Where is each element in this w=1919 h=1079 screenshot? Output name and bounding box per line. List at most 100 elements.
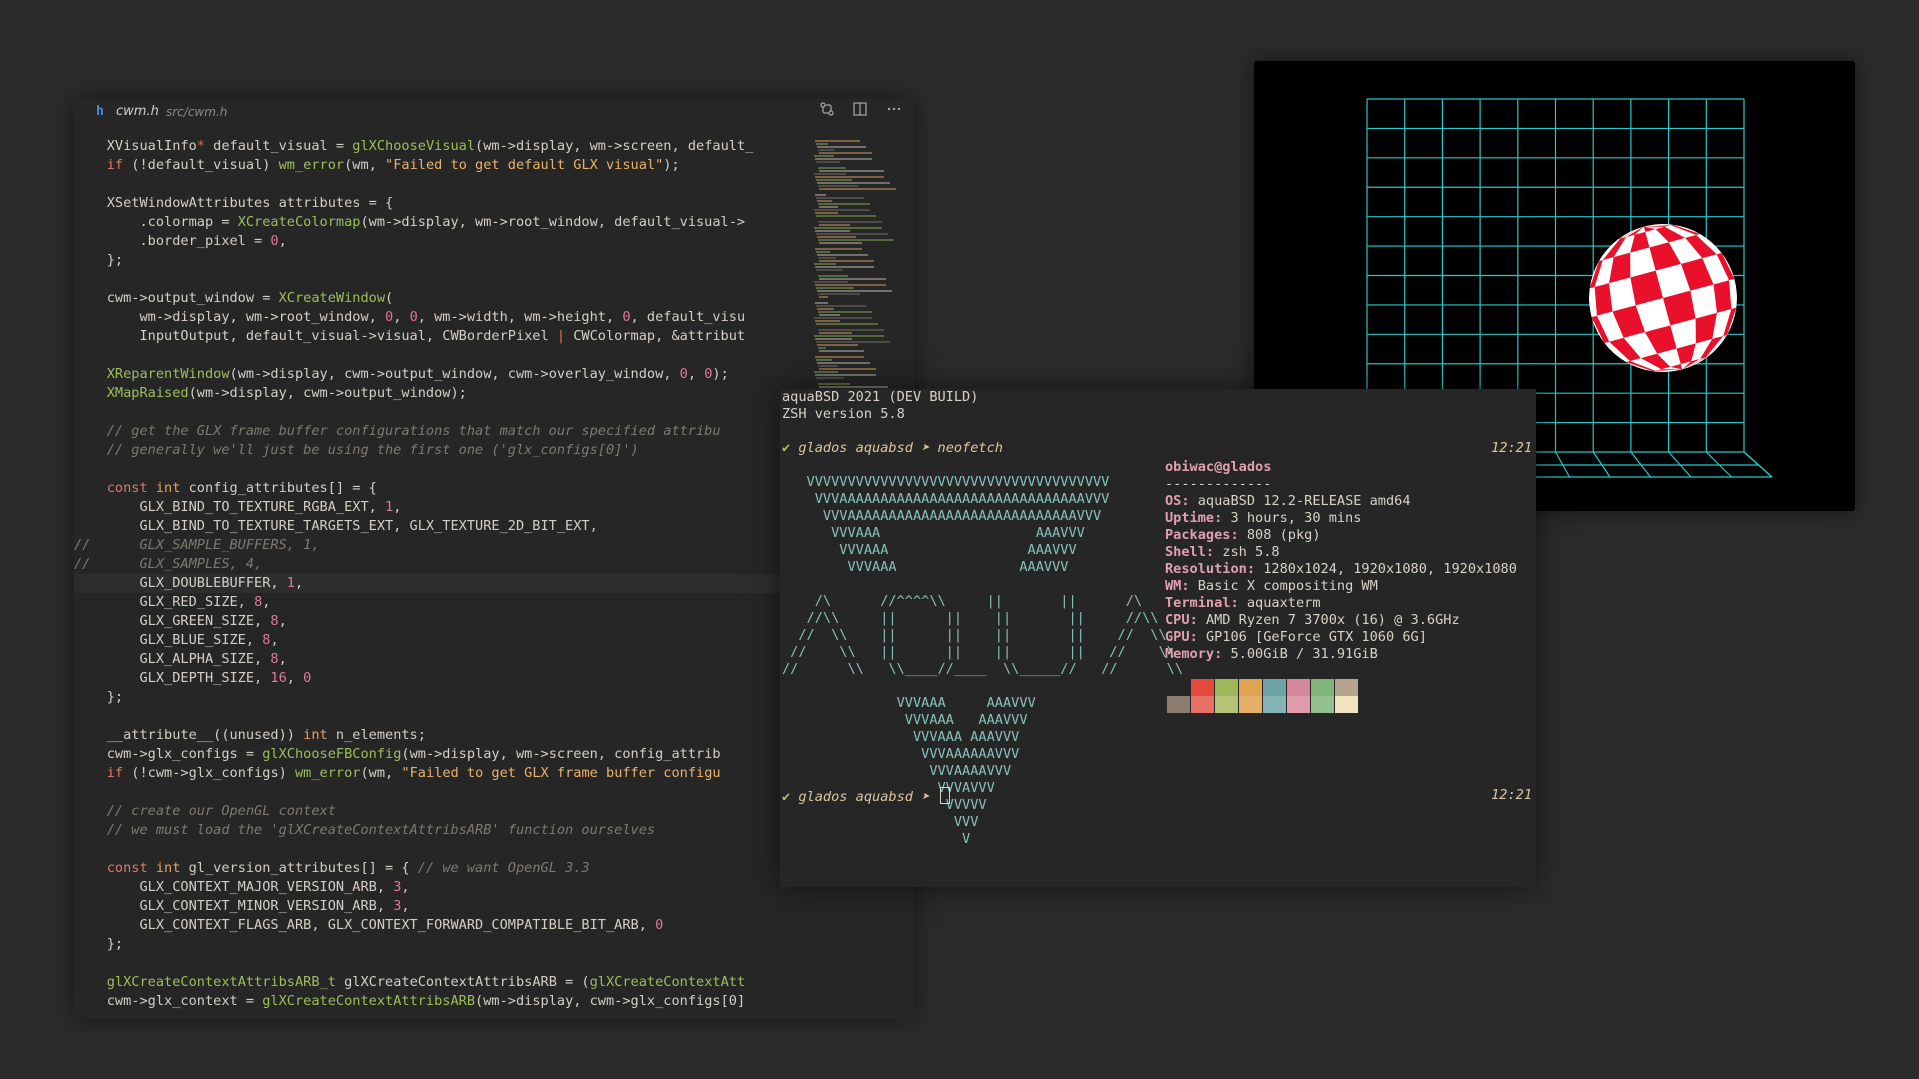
more-icon[interactable] bbox=[884, 102, 904, 122]
minimap-line bbox=[819, 260, 874, 262]
minimap-line bbox=[815, 212, 838, 214]
ascii-logo-line: // \\ || || || || // \\ bbox=[782, 627, 1167, 643]
code-token: ( bbox=[385, 290, 394, 306]
neofetch-user-host: obiwac@glados bbox=[1165, 459, 1272, 475]
code-token: GLX_CONTEXT_MINOR_VERSION_ARB, bbox=[74, 898, 394, 914]
code-token: cwm->glx_configs = bbox=[74, 746, 263, 762]
code-line: .border_pixel = 0, bbox=[74, 232, 780, 251]
ascii-logo-line: VVVAAAAAAVVV bbox=[782, 746, 1020, 762]
code-token: "Failed to get GLX frame buffer configu bbox=[401, 765, 721, 781]
code-token: , wm->width, wm->height, bbox=[417, 309, 623, 325]
ascii-logo-line: VVVAAAAAAAAAAAAAAAAAAAAAAAAAAAAVVV bbox=[782, 508, 1102, 524]
ascii-logo-line: V bbox=[782, 831, 971, 847]
code-line: wm->display, wm->root_window, 0, 0, wm->… bbox=[74, 308, 780, 327]
minimap-line bbox=[816, 269, 842, 271]
minimap-line bbox=[814, 317, 872, 319]
terminal-header-line: ZSH version 5.8 bbox=[782, 406, 905, 422]
info-key: Shell bbox=[1165, 544, 1206, 560]
palette-swatch bbox=[1311, 696, 1334, 713]
code-token: , bbox=[278, 613, 287, 629]
palette-swatch bbox=[1287, 696, 1310, 713]
code-line: GLX_DOUBLEBUFFER, 1, bbox=[74, 574, 780, 593]
minimap-line bbox=[814, 281, 848, 283]
code-token: 0 bbox=[303, 670, 312, 686]
info-value: 3 hours, 30 mins bbox=[1230, 510, 1362, 526]
minimap-line bbox=[818, 347, 826, 349]
info-key: GPU bbox=[1165, 629, 1190, 645]
code-line: // create our OpenGL context bbox=[74, 802, 780, 821]
minimap-line bbox=[819, 296, 828, 298]
palette-swatch bbox=[1239, 679, 1262, 696]
code-token: XCreateColormap bbox=[237, 214, 361, 230]
ascii-logo-line: VVVAAAAVVV bbox=[782, 763, 1012, 779]
code-token: }; bbox=[74, 936, 124, 952]
minimap-line bbox=[817, 362, 870, 364]
minimap-line bbox=[816, 143, 828, 145]
ascii-logo-line: VVVAAA AAAVVV bbox=[782, 559, 1069, 575]
palette-swatch bbox=[1311, 679, 1334, 696]
minimap-line bbox=[819, 224, 850, 226]
code-line: XReparentWindow(wm->display, cwm->output… bbox=[74, 365, 780, 384]
minimap-line bbox=[819, 152, 872, 154]
code-line: XMapRaised(wm->display, cwm->output_wind… bbox=[74, 384, 780, 403]
minimap-line bbox=[819, 368, 876, 370]
ascii-logo-line: /\ //^^^^\\ || || /\ bbox=[782, 593, 1143, 609]
code-token: }; bbox=[74, 252, 124, 268]
code-line: // GLX_SAMPLES, 4, bbox=[74, 555, 780, 574]
minimap-line bbox=[817, 254, 868, 256]
code-token: if bbox=[106, 765, 124, 781]
code-line: }; bbox=[74, 251, 780, 270]
code-token: // we must load the 'glXCreateContextAtt… bbox=[74, 822, 656, 838]
code-token: const bbox=[106, 480, 148, 496]
minimap-line bbox=[815, 356, 864, 358]
info-key: Uptime bbox=[1165, 510, 1215, 526]
info-colon: : bbox=[1181, 493, 1198, 509]
code-token: wm_error bbox=[278, 157, 345, 173]
terminal-cursor bbox=[939, 787, 950, 804]
code-token: glXCreateContextAttribsARB_t bbox=[106, 974, 336, 990]
ascii-logo-line: VVV bbox=[782, 814, 979, 830]
minimap-line bbox=[814, 173, 846, 175]
info-key: OS bbox=[1165, 493, 1182, 509]
minimap-line bbox=[816, 161, 840, 163]
code-line: }; bbox=[74, 935, 780, 954]
editor-tab-filename[interactable]: cwm.h bbox=[116, 104, 159, 119]
code-token: glXCreateContextAttribsARB bbox=[262, 993, 476, 1009]
info-key: WM bbox=[1165, 578, 1182, 594]
minimap-line bbox=[818, 221, 882, 223]
info-value: GP106 [GeForce GTX 1060 6G] bbox=[1205, 629, 1427, 645]
code-token: , bbox=[393, 499, 402, 515]
code-line: InputOutput, default_visual->visual, CWB… bbox=[74, 327, 780, 346]
minimap-line bbox=[818, 293, 860, 295]
code-token: config_attributes[] = { bbox=[180, 480, 377, 496]
info-colon: : bbox=[1214, 646, 1231, 662]
minimap-line bbox=[816, 179, 852, 181]
code-token: 1 bbox=[385, 499, 394, 515]
minimap-line bbox=[818, 311, 872, 313]
source-control-icon[interactable] bbox=[817, 102, 837, 122]
code-token: (wm, bbox=[344, 157, 386, 173]
code-token: // GLX_SAMPLE_BUFFERS, 1, bbox=[74, 537, 320, 553]
code-line: XVisualInfo* default_visual = glXChooseV… bbox=[74, 137, 780, 156]
minimap-line bbox=[815, 302, 828, 304]
code-token: , bbox=[401, 879, 410, 895]
code-area[interactable]: XVisualInfo* default_visual = glXChooseV… bbox=[74, 137, 780, 1019]
info-value: aquaxterm bbox=[1246, 595, 1321, 611]
minimap-line bbox=[818, 257, 836, 259]
code-line: __attribute__((unused)) int n_elements; bbox=[74, 726, 780, 745]
code-token: GLX_BIND_TO_TEXTURE_RGBA_EXT, bbox=[74, 499, 385, 515]
minimap-line bbox=[814, 209, 870, 211]
ascii-logo-line: // \\ || || || || // \\ bbox=[782, 644, 1175, 660]
minimap-line bbox=[819, 242, 862, 244]
editor-tab-path: src/cwm.h bbox=[166, 105, 228, 119]
terminal-window[interactable]: aquaBSD 2021 (DEV BUILD) ZSH version 5.8… bbox=[780, 389, 1536, 887]
split-editor-icon[interactable] bbox=[850, 102, 870, 122]
code-line: GLX_RED_SIZE, 8, bbox=[74, 593, 780, 612]
